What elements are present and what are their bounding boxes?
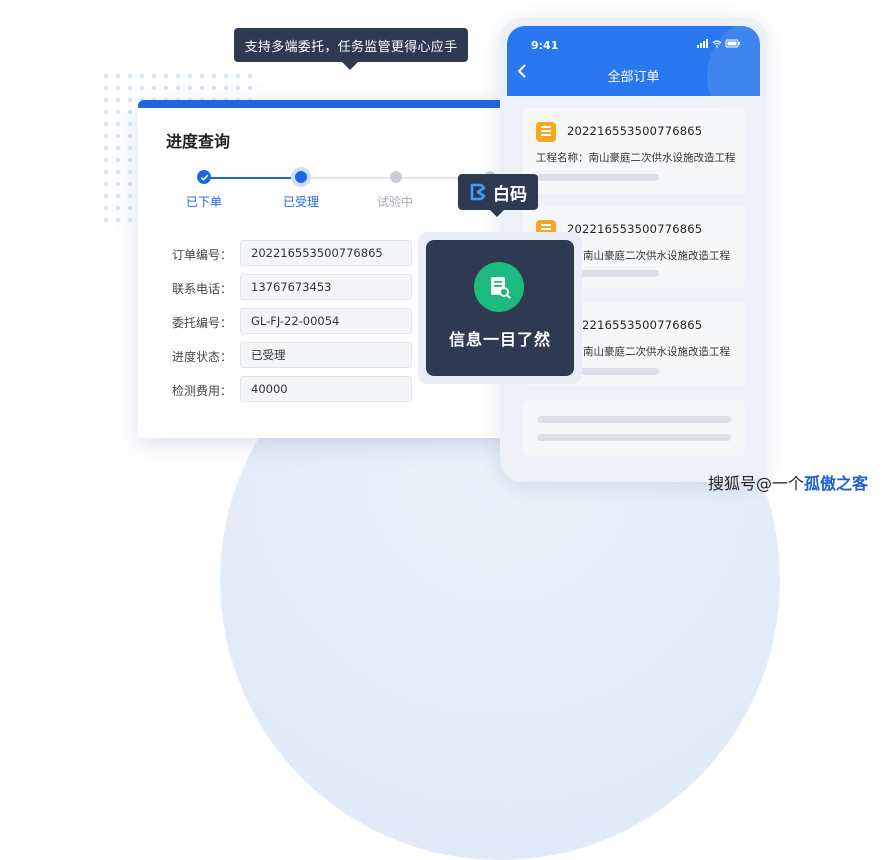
project-name: 南山豪庭二次供水设施改造工程 [583,346,730,358]
status-field[interactable]: 已受理 [240,342,412,368]
fee-field[interactable]: 40000 [240,376,412,402]
step-done-check-icon [197,170,211,184]
step-current-dot [291,167,311,187]
feature-tooltip: 支持多端委托，任务监管更得心应手 [234,28,468,62]
document-search-icon [474,262,524,312]
phone-page-title: 全部订单 [607,70,660,85]
placeholder-line [537,416,731,423]
order-card-placeholder [523,400,745,456]
phone-header: 9:41 全部订单 [507,26,760,136]
watermark: 搜狐号@一个孤傲之客 [708,470,868,494]
placeholder-line [537,434,731,441]
order-card[interactable]: 202216553500776865 工程名称：南山豪庭二次供水设施改造工程 [523,108,745,194]
project-name: 南山豪庭二次供水设施改造工程 [583,250,730,262]
status-time: 9:41 [531,39,559,52]
status-icons [697,39,741,52]
order-number: 202216553500776865 [567,222,703,236]
field-label: 订单编号： [171,248,232,262]
step-label: 已下单 [185,195,222,209]
step-line-done [204,177,300,179]
card-title: 进度查询 [166,132,231,151]
order-number-field[interactable]: 202216553500776865 [240,240,412,266]
watermark-suffix: 孤傲之客 [804,474,869,493]
info-card: 信息一目了然 [426,240,574,376]
commission-number-field[interactable]: GL-FJ-22-00054 [240,308,412,334]
watermark-prefix: 搜狐号@一个 [708,474,805,493]
step-label: 试验中 [376,195,413,209]
step-label: 已受理 [282,195,319,209]
brand-tail [490,210,504,217]
brand-logo-icon [470,183,486,201]
order-number: 202216553500776865 [567,318,703,332]
field-label: 委托编号： [171,316,232,330]
brand-name: 白码 [493,184,527,205]
order-number: 202216553500776865 [567,124,703,138]
phone-field[interactable]: 13767673453 [240,274,412,300]
field-label: 联系电话： [171,282,232,296]
placeholder-line [536,174,659,181]
brand-badge: 白码 [458,174,538,210]
step-pending-dot [390,171,402,183]
field-label: 进度状态： [171,350,232,364]
project-name: 工程名称：南山豪庭二次供水设施改造工程 [536,152,736,164]
document-icon [536,122,556,142]
tooltip-tail [342,62,358,70]
field-label: 检测费用： [171,384,232,398]
info-headline: 信息一目了然 [448,330,551,349]
card-accent-bar [138,100,510,108]
